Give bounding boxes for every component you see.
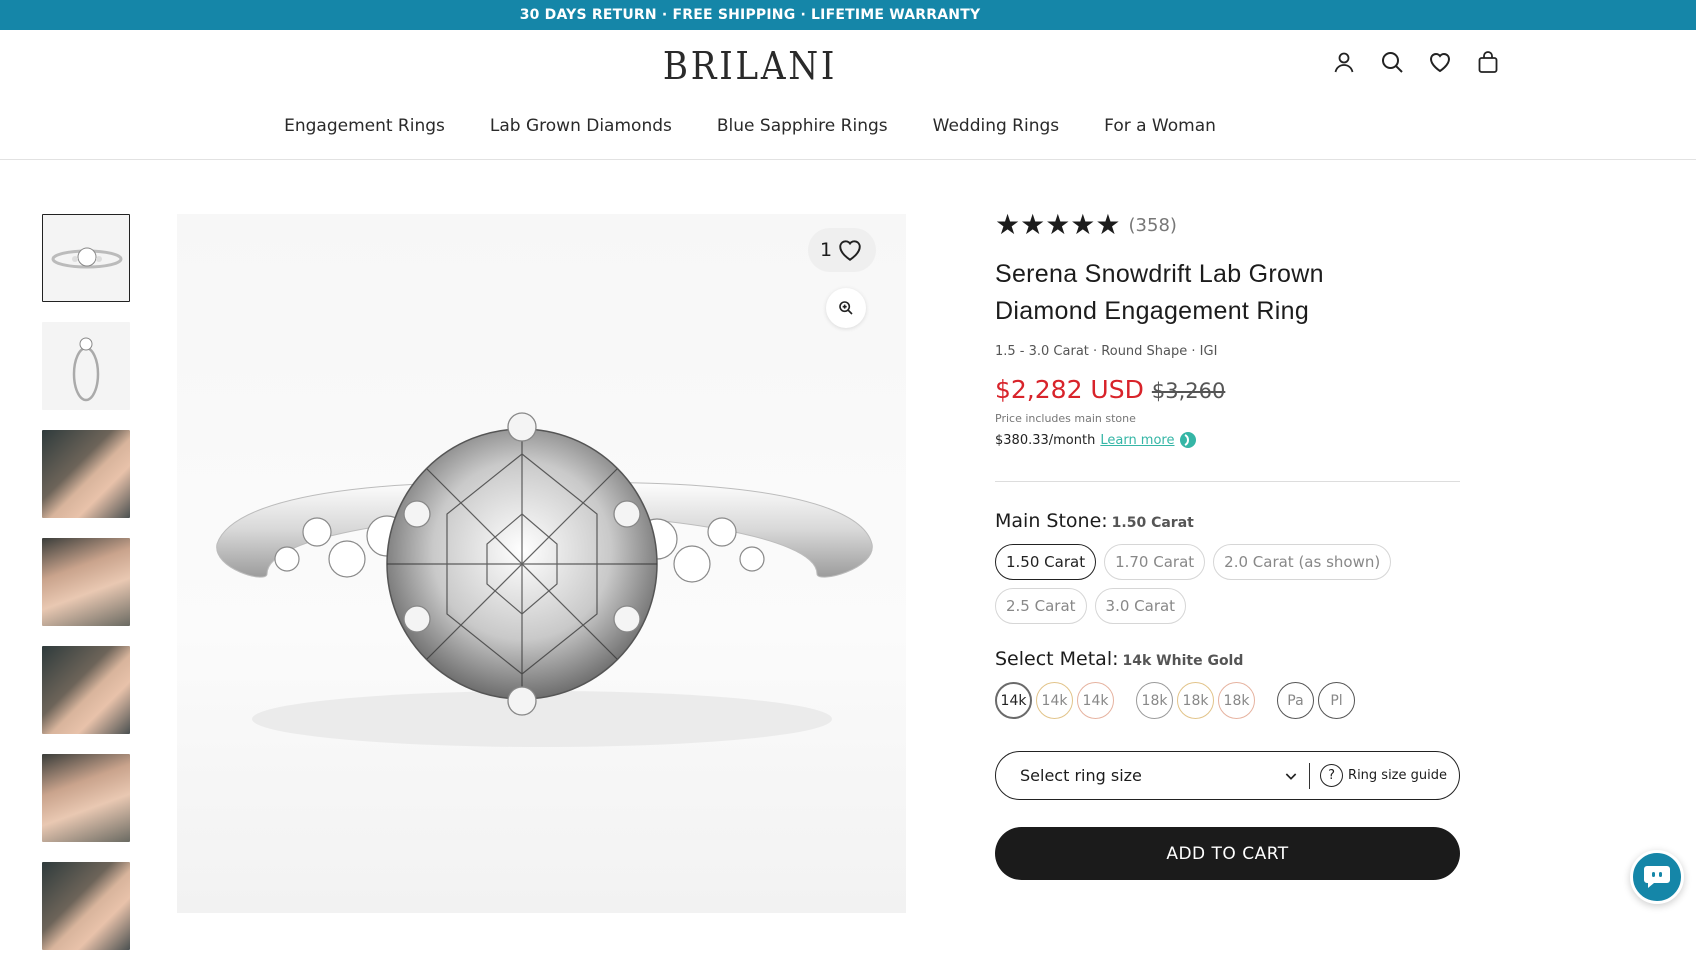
nav-blue-sapphire-rings[interactable]: Blue Sapphire Rings [717, 116, 888, 136]
announcement-bar: 30 DAYS RETURN · FREE SHIPPING · LIFETIM… [0, 0, 1696, 30]
ring-size-guide-link[interactable]: ? Ring size guide [1320, 764, 1447, 787]
carat-option-2-5[interactable]: 2.5 Carat [995, 588, 1087, 624]
thumbnail-2[interactable] [42, 322, 130, 410]
product-specs: 1.5 - 3.0 Carat · Round Shape · IGI [995, 344, 1218, 359]
price-note: Price includes main stone [995, 412, 1136, 425]
brand-logo[interactable]: BRILANI [615, 44, 885, 88]
metal-options: 14k 14k 14k 18k 18k 18k Pa Pl [995, 682, 1462, 719]
bag-icon[interactable] [1476, 50, 1500, 74]
chat-button[interactable] [1630, 850, 1684, 904]
product-title-line-2: Diamond Engagement Ring [995, 297, 1310, 325]
zoom-button[interactable] [826, 288, 866, 328]
nav-lab-grown-diamonds[interactable]: Lab Grown Diamonds [490, 116, 672, 136]
like-counter[interactable]: 1 [808, 228, 876, 272]
product-main-image[interactable] [177, 214, 906, 913]
thumbnail-gallery [42, 214, 132, 970]
wishlist-icon[interactable] [1428, 50, 1452, 74]
rating[interactable]: ★★★★★ (358) [995, 210, 1462, 240]
main-stone-label: Main Stone: 1.50 Carat [995, 510, 1462, 532]
divider [995, 481, 1460, 482]
metal-14k-yellow[interactable]: 14k [1036, 682, 1073, 719]
financing-logo-icon[interactable] [1179, 431, 1197, 449]
heart-icon [839, 240, 861, 261]
compare-price: $3,260 [1151, 379, 1226, 403]
site-header: BRILANI Engagement Rings Lab Grown Diamo… [0, 30, 1696, 160]
thumbnail-4[interactable] [42, 538, 130, 626]
review-count: (358) [1128, 214, 1177, 236]
metal-14k-white[interactable]: 14k [995, 682, 1032, 719]
nav-for-a-woman[interactable]: For a Woman [1104, 116, 1216, 136]
learn-more-link[interactable]: Learn more [1100, 433, 1174, 448]
question-icon: ? [1320, 764, 1344, 787]
financing-row: $380.33/month Learn more [995, 431, 1462, 449]
nav-wedding-rings[interactable]: Wedding Rings [933, 116, 1060, 136]
metal-label-text: Select Metal: [995, 648, 1119, 670]
product-title-line-1: Serena Snowdrift Lab Grown [995, 260, 1324, 288]
zoom-in-icon [839, 301, 853, 315]
add-to-cart-button[interactable]: ADD TO CART [995, 827, 1460, 880]
metal-label: Select Metal: 14k White Gold [995, 648, 1462, 670]
metal-palladium[interactable]: Pa [1277, 682, 1314, 719]
carat-option-2-0[interactable]: 2.0 Carat (as shown) [1213, 544, 1392, 580]
header-actions [1332, 50, 1500, 74]
thumbnail-3[interactable] [42, 430, 130, 518]
metal-18k-white[interactable]: 18k [1136, 682, 1173, 719]
carat-option-3-0[interactable]: 3.0 Carat [1094, 588, 1187, 624]
carat-option-1-50[interactable]: 1.50 Carat [995, 544, 1097, 580]
search-icon[interactable] [1380, 50, 1404, 74]
main-navigation: Engagement Rings Lab Grown Diamonds Blue… [0, 116, 1500, 136]
star-rating-icon: ★★★★★ [995, 208, 1121, 241]
metal-selected: 14k White Gold [1122, 653, 1244, 669]
sale-price: $2,282 USD [995, 375, 1144, 404]
monthly-price: $380.33/month [995, 432, 1096, 448]
like-count: 1 [819, 239, 833, 261]
thumbnail-6[interactable] [42, 754, 130, 842]
thumbnail-7[interactable] [42, 862, 130, 950]
ring-size-placeholder: Select ring size [1020, 766, 1142, 785]
product-title: Serena Snowdrift Lab Grown Diamond Engag… [995, 256, 1462, 330]
carat-option-1-70[interactable]: 1.70 Carat [1104, 544, 1206, 580]
nav-engagement-rings[interactable]: Engagement Rings [284, 116, 445, 136]
metal-14k-rose[interactable]: 14k [1077, 682, 1114, 719]
separator [1309, 762, 1311, 789]
main-stone-options: 1.50 Carat 1.70 Carat 2.0 Carat (as show… [995, 544, 1465, 624]
metal-18k-rose[interactable]: 18k [1218, 682, 1255, 719]
price-row: $2,282 USD $3,260 [995, 375, 1462, 404]
ring-size-select[interactable]: Select ring size ? Ring size guide [995, 751, 1460, 800]
chat-bubble-icon [1644, 866, 1670, 888]
ring-size-guide-label: Ring size guide [1348, 768, 1447, 783]
chevron-down-icon [1285, 772, 1297, 780]
main-stone-selected: 1.50 Carat [1111, 515, 1194, 531]
main-stone-label-text: Main Stone: [995, 510, 1108, 532]
metal-18k-yellow[interactable]: 18k [1177, 682, 1214, 719]
thumbnail-1[interactable] [42, 214, 130, 302]
ring-illustration [216, 412, 873, 747]
announcement-text: 30 DAYS RETURN · FREE SHIPPING · LIFETIM… [519, 7, 981, 23]
thumbnail-5[interactable] [42, 646, 130, 734]
product-info: ★★★★★ (358) Serena Snowdrift Lab Grown D… [995, 210, 1462, 880]
account-icon[interactable] [1332, 50, 1356, 74]
metal-platinum[interactable]: Pl [1318, 682, 1355, 719]
